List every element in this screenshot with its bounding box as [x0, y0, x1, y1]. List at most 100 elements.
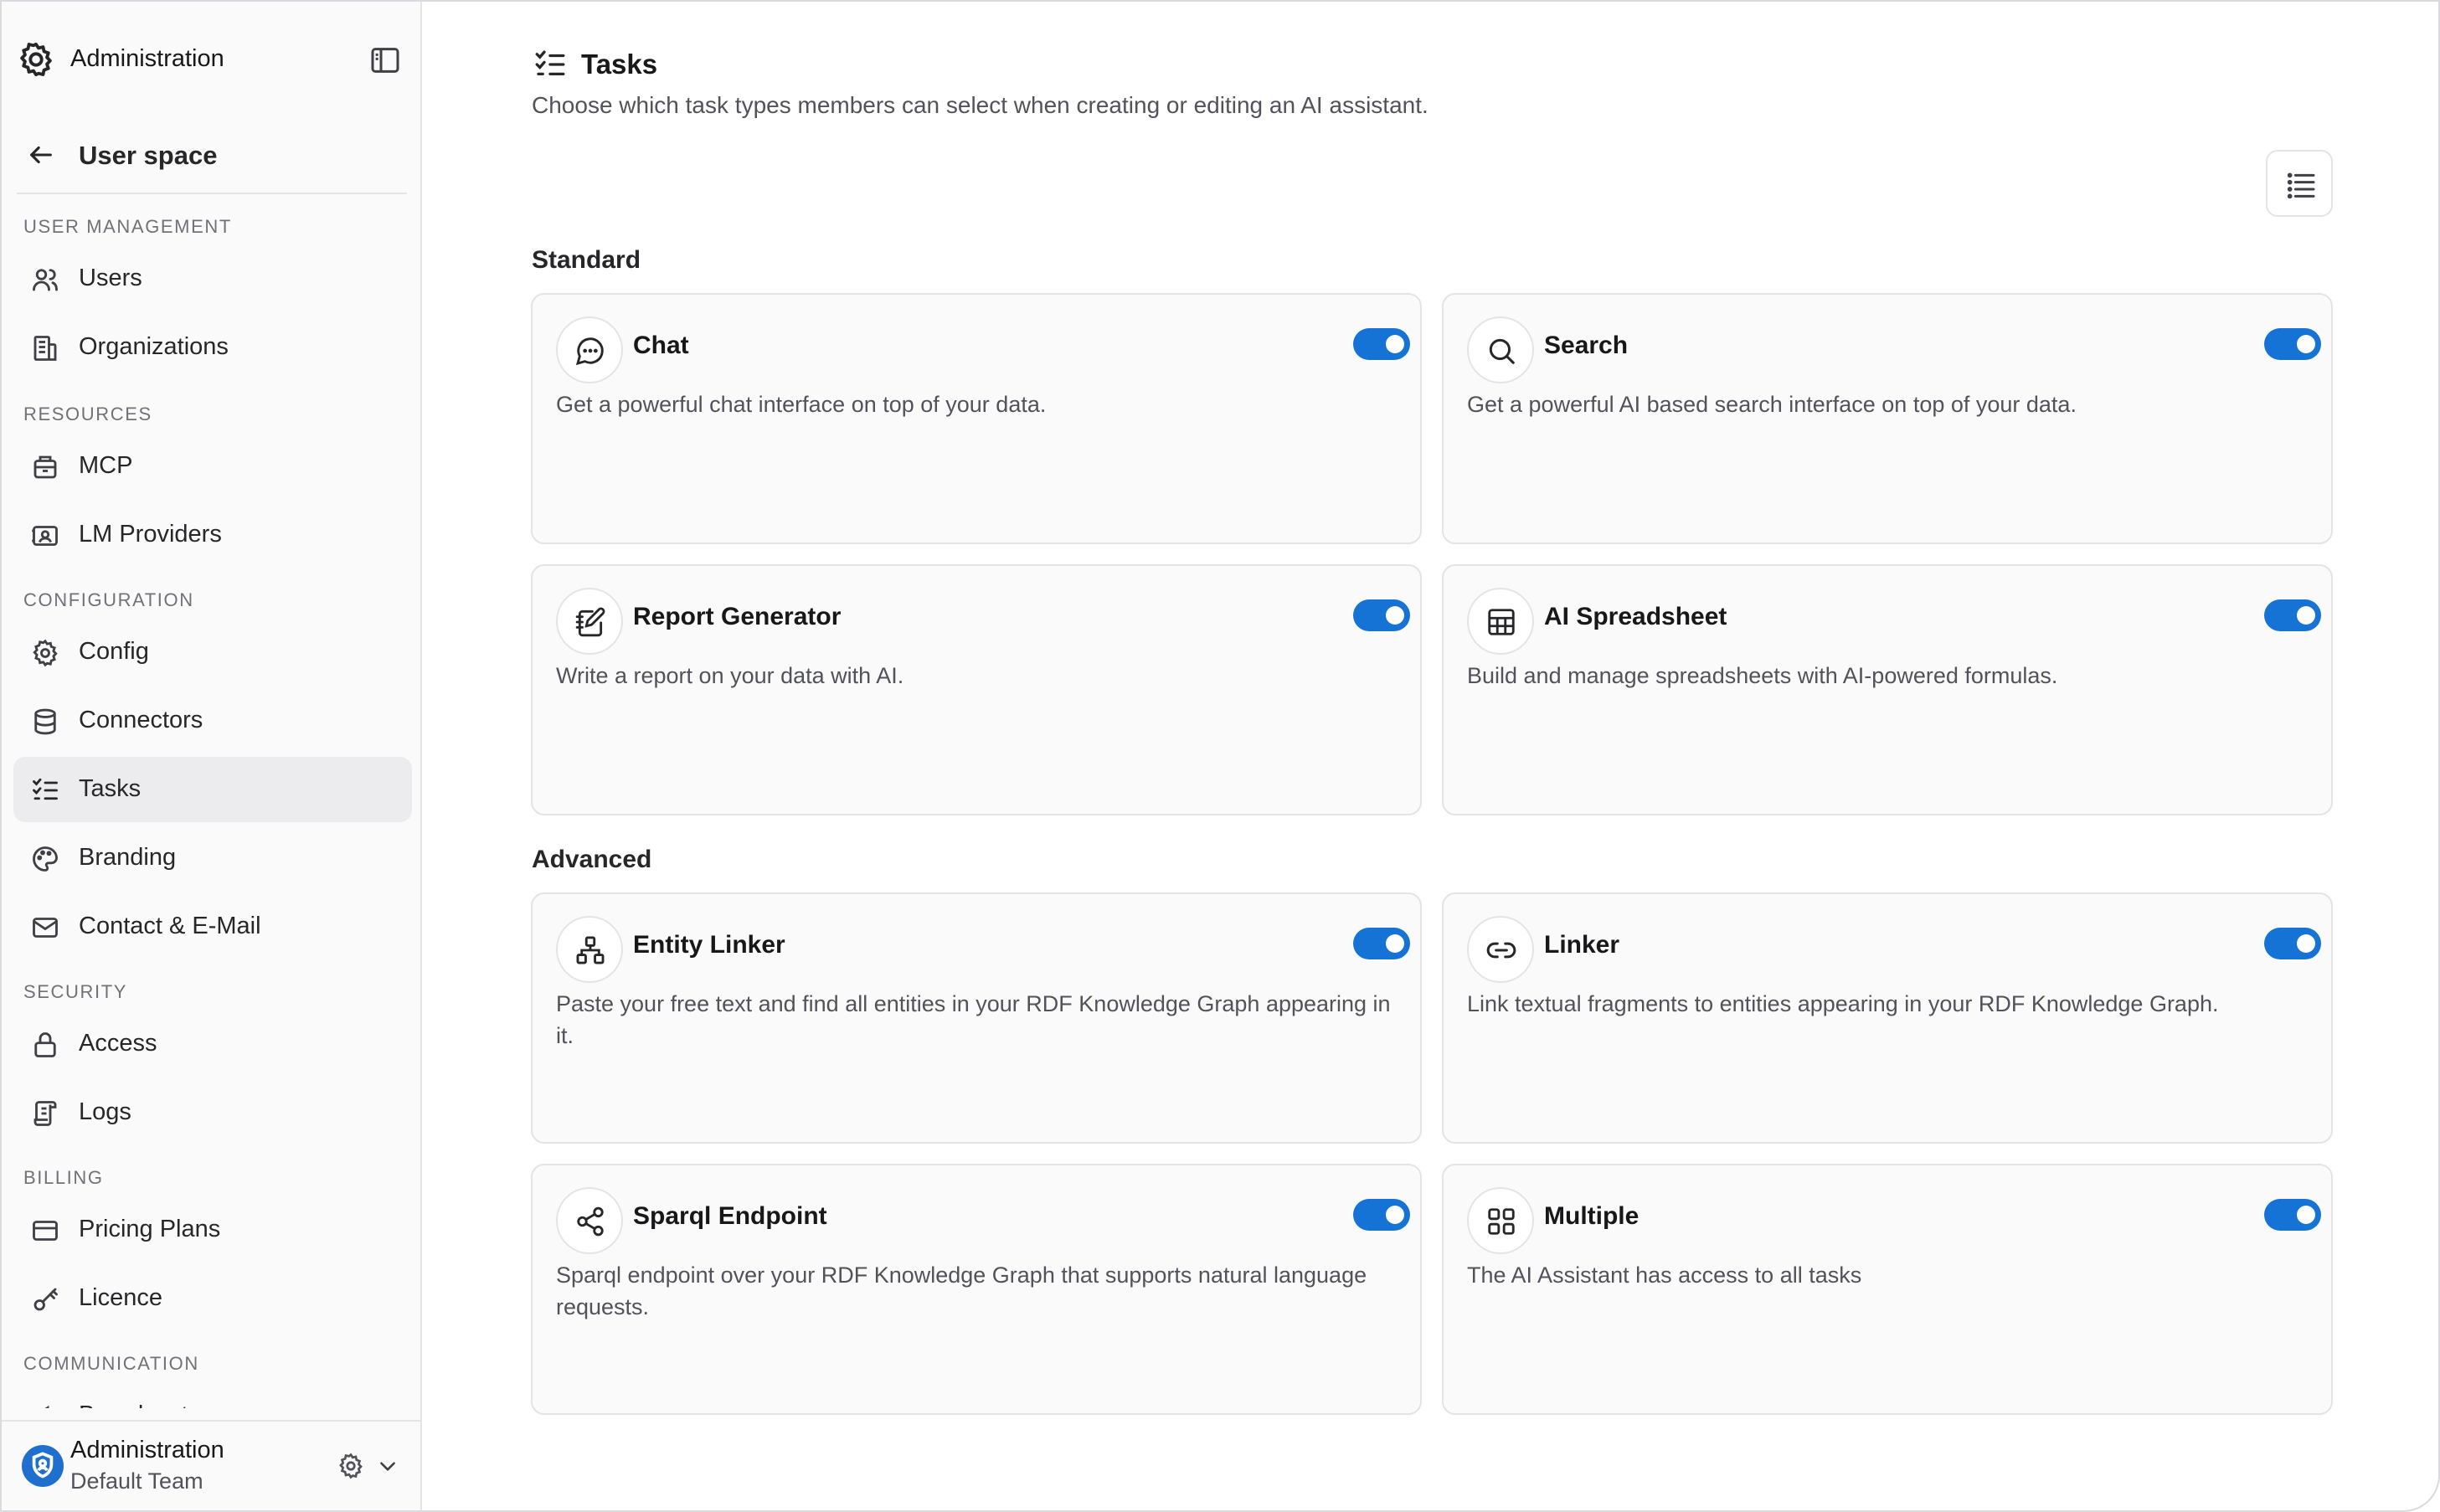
chevron-down-icon[interactable]	[377, 1455, 399, 1477]
sidebar-item-label: Tasks	[79, 775, 142, 802]
toggle-knob	[1386, 1206, 1404, 1224]
megaphone-icon	[30, 1401, 60, 1408]
toggle-knob	[2297, 606, 2315, 625]
sidebar-item-broadcast[interactable]: Broadcast	[13, 1383, 412, 1408]
task-card-description: Link textual fragments to entities appea…	[1467, 991, 2219, 1016]
checklist-icon	[30, 775, 60, 805]
task-card-ai-spreadsheet: AI Spreadsheet Build and manage spreadsh…	[1442, 564, 2333, 815]
multiple-enabled-toggle[interactable]	[2264, 1199, 2321, 1231]
sidebar-toggle-button[interactable]	[367, 44, 404, 77]
page-description: Choose which task types members can sele…	[532, 92, 1428, 118]
sidebar-item-licence[interactable]: Licence	[13, 1266, 412, 1331]
sidebar-item-connectors[interactable]: Connectors	[13, 688, 412, 753]
task-card-description: Get a powerful AI based search interface…	[1467, 392, 2077, 417]
entity-linker-enabled-toggle[interactable]	[1353, 928, 1410, 959]
task-card-title: Multiple	[1544, 1202, 1640, 1230]
sidebar-item-label: Access	[79, 1030, 157, 1057]
mail-icon	[30, 913, 60, 943]
task-card-search: Search Get a powerful AI based search in…	[1442, 293, 2333, 544]
sidebar-item-label: MCP	[79, 452, 133, 479]
page-title: Tasks	[581, 49, 658, 80]
sidebar-item-pricing-plans[interactable]: Pricing Plans	[13, 1197, 412, 1263]
task-card-description: Build and manage spreadsheets with AI-po…	[1467, 663, 2058, 688]
main-content: Tasks Choose which task types members ca…	[422, 2, 2438, 1510]
task-card-title: Search	[1544, 332, 1629, 359]
section-title-configuration: Configuration	[23, 589, 194, 610]
task-card-sparql-endpoint: Sparql Endpoint Sparql endpoint over you…	[531, 1164, 1422, 1415]
task-card-title: Sparql Endpoint	[633, 1202, 827, 1230]
team-switcher[interactable]: Administration Default Team	[2, 1420, 420, 1510]
sidebar-item-mcp[interactable]: MCP	[13, 434, 412, 499]
toggle-knob	[2297, 1206, 2315, 1224]
building-icon	[30, 333, 60, 363]
chat-enabled-toggle[interactable]	[1353, 328, 1410, 360]
search-icon	[1467, 316, 1534, 383]
task-card-description: Paste your free text and find all entiti…	[556, 991, 1391, 1048]
users-icon	[30, 265, 60, 295]
task-card-title: Report Generator	[633, 603, 842, 630]
sidebar-item-label: Licence	[79, 1284, 162, 1311]
app-title: Administration	[70, 45, 224, 72]
task-card-linker: Linker Link textual fragments to entitie…	[1442, 892, 2333, 1144]
arrow-left-icon	[27, 141, 55, 169]
search-enabled-toggle[interactable]	[2264, 328, 2321, 360]
gear-icon	[30, 638, 60, 668]
link-icon	[1467, 916, 1534, 983]
section-title-user-management: User management	[23, 216, 232, 237]
task-card-title: Entity Linker	[633, 931, 785, 959]
toggle-knob	[2297, 335, 2315, 353]
task-card-title: AI Spreadsheet	[1544, 603, 1727, 630]
list-view-button[interactable]	[2266, 150, 2333, 217]
task-card-multiple: Multiple The AI Assistant has access to …	[1442, 1164, 2333, 1415]
sidebar-item-label: Organizations	[79, 333, 229, 360]
task-card-title: Linker	[1544, 931, 1620, 959]
sidebar-header: Administration	[2, 2, 420, 119]
report-generator-enabled-toggle[interactable]	[1353, 599, 1410, 631]
sidebar-item-logs[interactable]: Logs	[13, 1080, 412, 1145]
sidebar-item-lm-providers[interactable]: LM Providers	[13, 502, 412, 568]
sidebar-item-label: Broadcast	[79, 1401, 188, 1408]
team-settings-gear-icon[interactable]	[337, 1452, 365, 1480]
palette-icon	[30, 844, 60, 874]
section-title-security: Security	[23, 981, 128, 1002]
back-to-user-space-link[interactable]: User space	[17, 136, 407, 174]
gear-logo-icon	[17, 40, 55, 79]
toggle-knob	[2297, 934, 2315, 953]
sidebar-item-label: Logs	[79, 1098, 131, 1125]
sidebar-item-label: Config	[79, 638, 149, 665]
task-card-title: Chat	[633, 332, 689, 359]
task-card-description: The AI Assistant has access to all tasks	[1467, 1263, 1862, 1288]
toggle-knob	[1386, 335, 1404, 353]
sidebar-item-branding[interactable]: Branding	[13, 825, 412, 891]
sidebar-item-contact-email[interactable]: Contact & E-Mail	[13, 894, 412, 959]
sidebar-item-tasks[interactable]: Tasks	[13, 757, 412, 822]
task-card-report-generator: Report Generator Write a report on your …	[531, 564, 1422, 815]
server-icon	[30, 521, 60, 551]
sidebar-nav: User management Users Organizations Reso…	[2, 203, 420, 1408]
notebook-pen-icon	[556, 588, 623, 655]
sidebar-item-users[interactable]: Users	[13, 246, 412, 311]
key-icon	[30, 1284, 60, 1314]
checklist-icon	[533, 47, 568, 82]
scroll-icon	[30, 1098, 60, 1129]
spreadsheet-icon	[1467, 588, 1534, 655]
sparql-endpoint-enabled-toggle[interactable]	[1353, 1199, 1410, 1231]
team-title: Administration	[70, 1437, 224, 1463]
ai-spreadsheet-enabled-toggle[interactable]	[2264, 599, 2321, 631]
sidebar-item-label: Contact & E-Mail	[79, 913, 261, 939]
section-title-billing: Billing	[23, 1167, 104, 1188]
task-card-description: Sparql endpoint over your RDF Knowledge …	[556, 1263, 1367, 1319]
sidebar-item-organizations[interactable]: Organizations	[13, 315, 412, 380]
sidebar-item-config[interactable]: Config	[13, 620, 412, 685]
toggle-knob	[1386, 934, 1404, 953]
sidebar: Administration User space User managemen…	[2, 2, 422, 1510]
linker-enabled-toggle[interactable]	[2264, 928, 2321, 959]
toggle-knob	[1386, 606, 1404, 625]
team-subtitle: Default Team	[70, 1468, 203, 1494]
sidebar-item-label: Branding	[79, 844, 177, 871]
task-card-chat: Chat Get a powerful chat interface on to…	[531, 293, 1422, 544]
credit-card-icon	[30, 1216, 60, 1246]
app-window: Administration User space User managemen…	[0, 0, 2440, 1512]
sidebar-item-access[interactable]: Access	[13, 1011, 412, 1077]
back-label: User space	[79, 141, 218, 170]
